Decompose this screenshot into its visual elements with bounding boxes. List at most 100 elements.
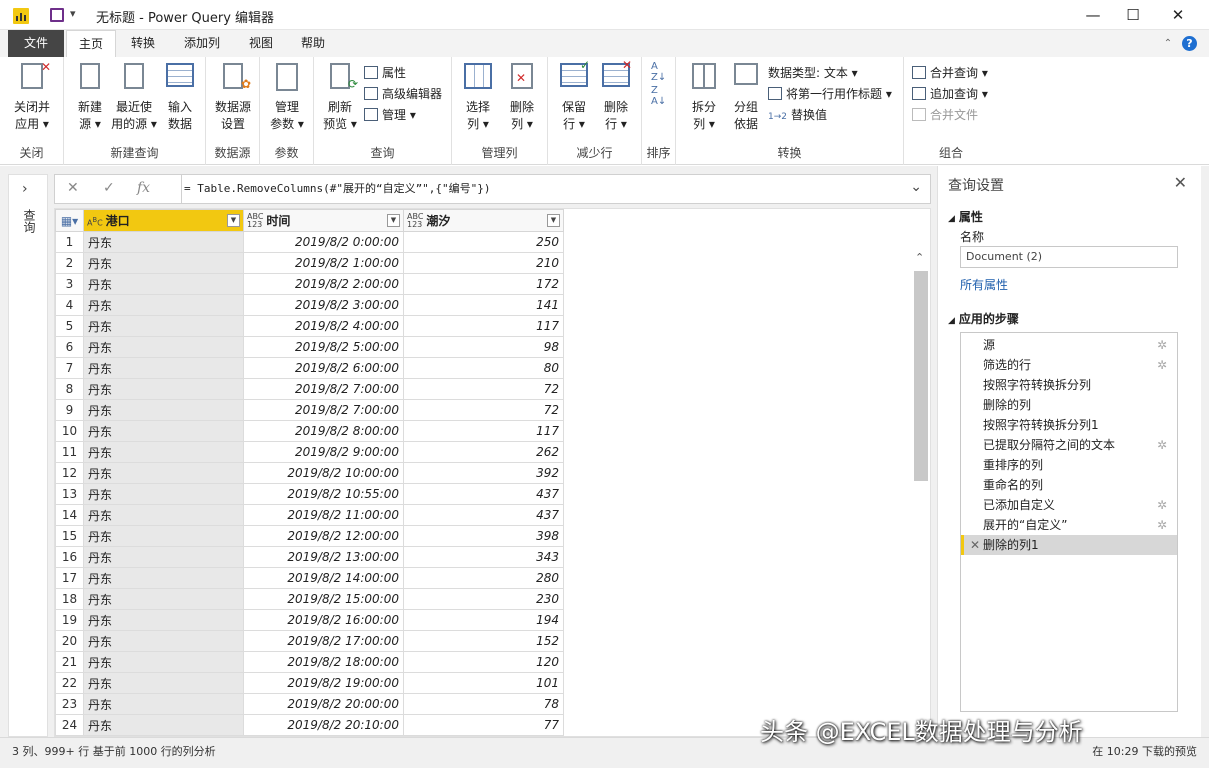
table-row[interactable]: 4 丹东 2019/8/2 3:00:00 141: [55, 294, 564, 316]
cell-time[interactable]: 2019/8/2 9:00:00: [243, 441, 404, 463]
cell-tide[interactable]: 72: [403, 399, 564, 421]
expand-chevron-icon[interactable]: ›: [22, 181, 28, 197]
save-icon[interactable]: [50, 8, 64, 22]
scroll-up-icon[interactable]: ⌃: [915, 251, 924, 264]
cell-time[interactable]: 2019/8/2 17:00:00: [243, 630, 404, 652]
scrollbar-thumb[interactable]: [914, 271, 928, 481]
table-row[interactable]: 7 丹东 2019/8/2 6:00:00 80: [55, 357, 564, 379]
applied-steps-header[interactable]: ◢ 应用的步骤: [948, 310, 1019, 327]
table-menu-icon[interactable]: ▦▾: [55, 209, 84, 232]
cell-time[interactable]: 2019/8/2 19:00:00: [243, 672, 404, 694]
row-number[interactable]: 24: [55, 714, 84, 736]
applied-step[interactable]: 筛选的行 ✲: [961, 355, 1177, 375]
tab-home[interactable]: 主页: [66, 30, 116, 57]
cell-port[interactable]: 丹东: [83, 420, 244, 442]
cell-time[interactable]: 2019/8/2 12:00:00: [243, 525, 404, 547]
cell-time[interactable]: 2019/8/2 20:10:00: [243, 714, 404, 736]
cell-tide[interactable]: 343: [403, 546, 564, 568]
applied-step[interactable]: 源 ✲: [961, 335, 1177, 355]
table-row[interactable]: 14 丹东 2019/8/2 11:00:00 437: [55, 504, 564, 526]
cell-port[interactable]: 丹东: [83, 294, 244, 316]
cell-tide[interactable]: 437: [403, 483, 564, 505]
table-row[interactable]: 20 丹东 2019/8/2 17:00:00 152: [55, 630, 564, 652]
row-number[interactable]: 19: [55, 609, 84, 631]
cell-port[interactable]: 丹东: [83, 651, 244, 673]
cell-port[interactable]: 丹东: [83, 609, 244, 631]
delete-step-icon[interactable]: ✕: [970, 535, 980, 555]
table-row[interactable]: 16 丹东 2019/8/2 13:00:00 343: [55, 546, 564, 568]
quick-access-dropdown-icon[interactable]: ▾: [70, 7, 76, 20]
close-settings-icon[interactable]: ✕: [1174, 173, 1187, 192]
close-button[interactable]: ✕: [1155, 0, 1201, 30]
query-name-input[interactable]: Document (2): [960, 246, 1178, 268]
replace-values-button[interactable]: 1→2 替换值: [768, 105, 827, 125]
formula-input[interactable]: = Table.RemoveColumns(#"展开的“自定义”",{"编号"}…: [181, 175, 902, 203]
tab-view[interactable]: 视图: [238, 30, 284, 57]
table-row[interactable]: 1 丹东 2019/8/2 0:00:00 250: [55, 231, 564, 253]
applied-step[interactable]: 按照字符转换拆分列: [961, 375, 1177, 395]
merge-queries-button[interactable]: 合并查询 ▾: [912, 63, 988, 83]
help-icon[interactable]: ?: [1182, 36, 1197, 51]
cell-port[interactable]: 丹东: [83, 630, 244, 652]
table-row[interactable]: 2 丹东 2019/8/2 1:00:00 210: [55, 252, 564, 274]
cell-port[interactable]: 丹东: [83, 525, 244, 547]
cell-port[interactable]: 丹东: [83, 399, 244, 421]
step-settings-gear-icon[interactable]: ✲: [1157, 435, 1167, 455]
recent-sources-button[interactable]: 最近使 用的源 ▾: [110, 63, 158, 133]
applied-step[interactable]: ✕ 删除的列1: [961, 535, 1177, 555]
cell-time[interactable]: 2019/8/2 7:00:00: [243, 378, 404, 400]
cell-tide[interactable]: 72: [403, 378, 564, 400]
cell-tide[interactable]: 194: [403, 609, 564, 631]
row-number[interactable]: 11: [55, 441, 84, 463]
cell-time[interactable]: 2019/8/2 13:00:00: [243, 546, 404, 568]
cell-time[interactable]: 2019/8/2 0:00:00: [243, 231, 404, 253]
applied-step[interactable]: 已添加自定义 ✲: [961, 495, 1177, 515]
cell-port[interactable]: 丹东: [83, 693, 244, 715]
cell-time[interactable]: 2019/8/2 10:00:00: [243, 462, 404, 484]
split-column-button[interactable]: 拆分 列 ▾: [682, 63, 726, 133]
row-number[interactable]: 18: [55, 588, 84, 610]
append-queries-button[interactable]: 追加查询 ▾: [912, 84, 988, 104]
applied-step[interactable]: 按照字符转换拆分列1: [961, 415, 1177, 435]
cell-port[interactable]: 丹东: [83, 714, 244, 736]
applied-step[interactable]: 重排序的列: [961, 455, 1177, 475]
cell-port[interactable]: 丹东: [83, 546, 244, 568]
cell-time[interactable]: 2019/8/2 2:00:00: [243, 273, 404, 295]
row-number[interactable]: 22: [55, 672, 84, 694]
row-number[interactable]: 2: [55, 252, 84, 274]
table-row[interactable]: 23 丹东 2019/8/2 20:00:00 78: [55, 693, 564, 715]
new-source-button[interactable]: 新建 源 ▾: [68, 63, 112, 133]
tab-file[interactable]: 文件: [8, 30, 64, 57]
cell-time[interactable]: 2019/8/2 10:55:00: [243, 483, 404, 505]
properties-button[interactable]: 属性: [364, 63, 406, 83]
keep-rows-button[interactable]: ✓ 保留 行 ▾: [552, 58, 596, 133]
cell-port[interactable]: 丹东: [83, 252, 244, 274]
cell-tide[interactable]: 250: [403, 231, 564, 253]
cell-time[interactable]: 2019/8/2 14:00:00: [243, 567, 404, 589]
cell-port[interactable]: 丹东: [83, 567, 244, 589]
column-header-tide[interactable]: ABC 123 潮汐 ▼: [403, 209, 564, 232]
row-number[interactable]: 9: [55, 399, 84, 421]
manage-params-button[interactable]: 管理 参数 ▾: [265, 63, 309, 133]
close-apply-button[interactable]: ✕ 关闭并 应用 ▾: [10, 60, 54, 133]
cell-tide[interactable]: 210: [403, 252, 564, 274]
filter-dropdown-icon[interactable]: ▼: [227, 214, 240, 227]
cell-time[interactable]: 2019/8/2 4:00:00: [243, 315, 404, 337]
cell-port[interactable]: 丹东: [83, 483, 244, 505]
table-row[interactable]: 11 丹东 2019/8/2 9:00:00 262: [55, 441, 564, 463]
row-number[interactable]: 17: [55, 567, 84, 589]
cell-tide[interactable]: 98: [403, 336, 564, 358]
cell-time[interactable]: 2019/8/2 6:00:00: [243, 357, 404, 379]
sort-ascending-icon[interactable]: A Z↓: [651, 61, 666, 83]
applied-step[interactable]: 展开的“自定义” ✲: [961, 515, 1177, 535]
cell-port[interactable]: 丹东: [83, 231, 244, 253]
cell-port[interactable]: 丹东: [83, 378, 244, 400]
table-row[interactable]: 8 丹东 2019/8/2 7:00:00 72: [55, 378, 564, 400]
cell-time[interactable]: 2019/8/2 20:00:00: [243, 693, 404, 715]
cell-port[interactable]: 丹东: [83, 336, 244, 358]
cell-tide[interactable]: 230: [403, 588, 564, 610]
filter-dropdown-icon[interactable]: ▼: [387, 214, 400, 227]
row-number[interactable]: 8: [55, 378, 84, 400]
row-number[interactable]: 21: [55, 651, 84, 673]
table-row[interactable]: 6 丹东 2019/8/2 5:00:00 98: [55, 336, 564, 358]
